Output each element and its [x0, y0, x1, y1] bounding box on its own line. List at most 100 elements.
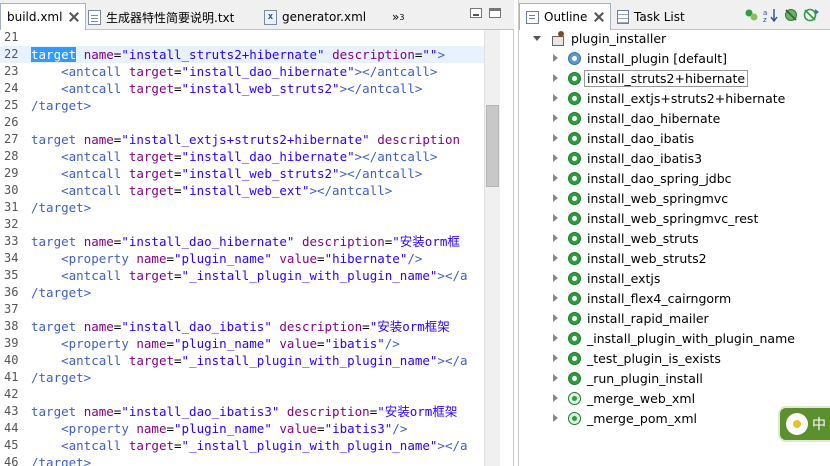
scrollbar-thumb[interactable]: [486, 105, 499, 187]
outline-target-item[interactable]: _test_plugin_is_exists: [553, 348, 721, 368]
code-line[interactable]: 29 <antcall target="install_web_struts2"…: [0, 165, 484, 182]
outline-target-item[interactable]: install_rapid_mailer: [553, 308, 709, 328]
code-line[interactable]: 21: [0, 30, 484, 46]
outline-target-item[interactable]: install_extjs+struts2+hibernate: [553, 88, 785, 108]
close-icon[interactable]: [69, 12, 79, 22]
tab-generator-notes-txt[interactable]: 生成器特性简要说明.txt: [82, 4, 240, 30]
code-line[interactable]: 45 <antcall target="_install_plugin_with…: [0, 437, 484, 454]
outline-target-item[interactable]: install_web_struts2: [553, 248, 707, 268]
outline-target-item[interactable]: install_dao_ibatis3: [553, 148, 702, 168]
expand-icon[interactable]: [553, 154, 558, 162]
outline-target-item[interactable]: _install_plugin_with_plugin_name: [553, 328, 795, 348]
expand-icon[interactable]: [553, 394, 558, 402]
collapse-icon[interactable]: [533, 35, 541, 41]
outline-target-item[interactable]: install_dao_spring_jdbc: [553, 168, 732, 188]
hide-imported-elements-icon[interactable]: [803, 8, 819, 22]
expand-icon[interactable]: [553, 374, 558, 382]
line-number: 42: [4, 387, 19, 401]
code-line[interactable]: 40 <antcall target="_install_plugin_with…: [0, 352, 484, 369]
sort-alphabetically-icon[interactable]: az: [763, 8, 779, 22]
code-editor[interactable]: 21 22 target name="install_struts2+hiberna…: [0, 30, 484, 466]
tab-outline[interactable]: Outline: [519, 3, 612, 30]
maximize-button[interactable]: [489, 8, 501, 18]
code-line[interactable]: 37: [0, 301, 484, 318]
outline-target-item[interactable]: _merge_pom_xml: [553, 408, 697, 428]
code-text: /target>: [31, 284, 91, 301]
expand-icon[interactable]: [553, 354, 558, 362]
code-line[interactable]: 32: [0, 216, 484, 233]
tree-root[interactable]: plugin_installer: [533, 28, 666, 48]
outline-target-item[interactable]: install_dao_ibatis: [553, 128, 694, 148]
code-text: target name="install_extjs+struts2+hiber…: [31, 131, 460, 148]
outline-target-item[interactable]: install_web_springmvc_rest: [553, 208, 758, 228]
outline-target-item[interactable]: install_extjs: [553, 268, 660, 288]
target-icon: [568, 191, 581, 205]
code-line[interactable]: 24 <antcall target="install_web_struts2"…: [0, 80, 484, 97]
vertical-scrollbar[interactable]: [484, 30, 500, 466]
code-token: =: [174, 353, 182, 368]
outline-target-item[interactable]: install_dao_hibernate: [553, 108, 720, 128]
code-line[interactable]: 42: [0, 386, 484, 403]
expand-icon[interactable]: [553, 174, 558, 182]
code-line[interactable]: 43 target name="install_dao_ibatis3" desc…: [0, 403, 484, 420]
outline-target-item[interactable]: _merge_web_xml: [553, 388, 695, 408]
code-token: target: [31, 319, 77, 334]
expand-icon[interactable]: [553, 54, 558, 62]
line-number: 30: [4, 183, 19, 197]
code-line[interactable]: 39 <property name="plugin_name" value="i…: [0, 335, 484, 352]
code-line[interactable]: 26: [0, 114, 484, 131]
code-line[interactable]: 44 <property name="plugin_name" value="i…: [0, 420, 484, 437]
code-line[interactable]: 38 target name = "install_dao_ibatis" descr…: [0, 318, 484, 335]
outline-target-item[interactable]: install_plugin [default]: [553, 48, 727, 68]
expand-icon[interactable]: [553, 94, 558, 102]
outline-target-item[interactable]: install_web_springmvc: [553, 188, 728, 208]
expand-icon[interactable]: [553, 234, 558, 242]
code-token: "安装orm框架: [369, 319, 450, 334]
code-line[interactable]: 36/target>: [0, 284, 484, 301]
code-token: />: [407, 251, 423, 266]
outline-target-item[interactable]: install_web_struts: [553, 228, 699, 248]
tab-overflow-button[interactable]: » 3: [386, 4, 410, 30]
expand-icon[interactable]: [553, 314, 558, 322]
tab-build-xml[interactable]: build.xml: [0, 3, 87, 30]
code-line[interactable]: 33 target name="install_dao_hibernate" de…: [0, 233, 484, 250]
expand-icon[interactable]: [553, 114, 558, 122]
code-line[interactable]: 46/target>: [0, 454, 484, 466]
code-text: <antcall target="install_web_ext"></antc…: [31, 182, 392, 199]
outline-target-item[interactable]: _run_plugin_install: [553, 368, 703, 388]
code-line[interactable]: 30 <antcall target="install_web_ext"></a…: [0, 182, 484, 199]
code-token: description: [279, 319, 363, 334]
code-line[interactable]: 35 <antcall target="_install_plugin_with…: [0, 267, 484, 284]
expand-icon[interactable]: [553, 414, 558, 422]
expand-icon[interactable]: [553, 74, 558, 82]
code-line[interactable]: 34 <property name="plugin_name" value="h…: [0, 250, 484, 267]
code-line[interactable]: 25/target>: [0, 97, 484, 114]
internal-target-icon: [568, 411, 581, 425]
line-number: 23: [4, 64, 19, 78]
expand-icon[interactable]: [553, 134, 558, 142]
close-icon[interactable]: [594, 12, 604, 22]
expand-icon[interactable]: [553, 254, 558, 262]
tab-generator-xml[interactable]: x generator.xml: [258, 4, 372, 30]
filter-targets-icon[interactable]: [743, 8, 759, 22]
expand-icon[interactable]: [553, 294, 558, 302]
outline-target-item[interactable]: install_struts2+hibernate: [553, 68, 749, 88]
expand-icon[interactable]: [553, 194, 558, 202]
code-line[interactable]: 22 target name="install_struts2+hibernate…: [0, 46, 484, 63]
hide-internal-targets-icon[interactable]: [783, 8, 799, 22]
code-line[interactable]: 41/target>: [0, 369, 484, 386]
tab-task-list[interactable]: Task List: [611, 4, 691, 30]
expand-icon[interactable]: [553, 274, 558, 282]
code-text: <antcall target="_install_plugin_with_pl…: [31, 437, 467, 454]
code-line[interactable]: 27 target name="install_extjs+struts2+hib…: [0, 131, 484, 148]
outline-target-item[interactable]: install_flex4_cairngorm: [553, 288, 731, 308]
code-line[interactable]: 23 <antcall target="install_dao_hibernat…: [0, 63, 484, 80]
code-line[interactable]: 31/target>: [0, 199, 484, 216]
expand-icon[interactable]: [553, 334, 558, 342]
expand-icon[interactable]: [553, 214, 558, 222]
minimize-button[interactable]: [470, 8, 482, 18]
ime-badge[interactable]: 中: [778, 406, 830, 442]
code-line[interactable]: 28 <antcall target="install_dao_hibernat…: [0, 148, 484, 165]
code-token: <antcall: [61, 183, 122, 198]
